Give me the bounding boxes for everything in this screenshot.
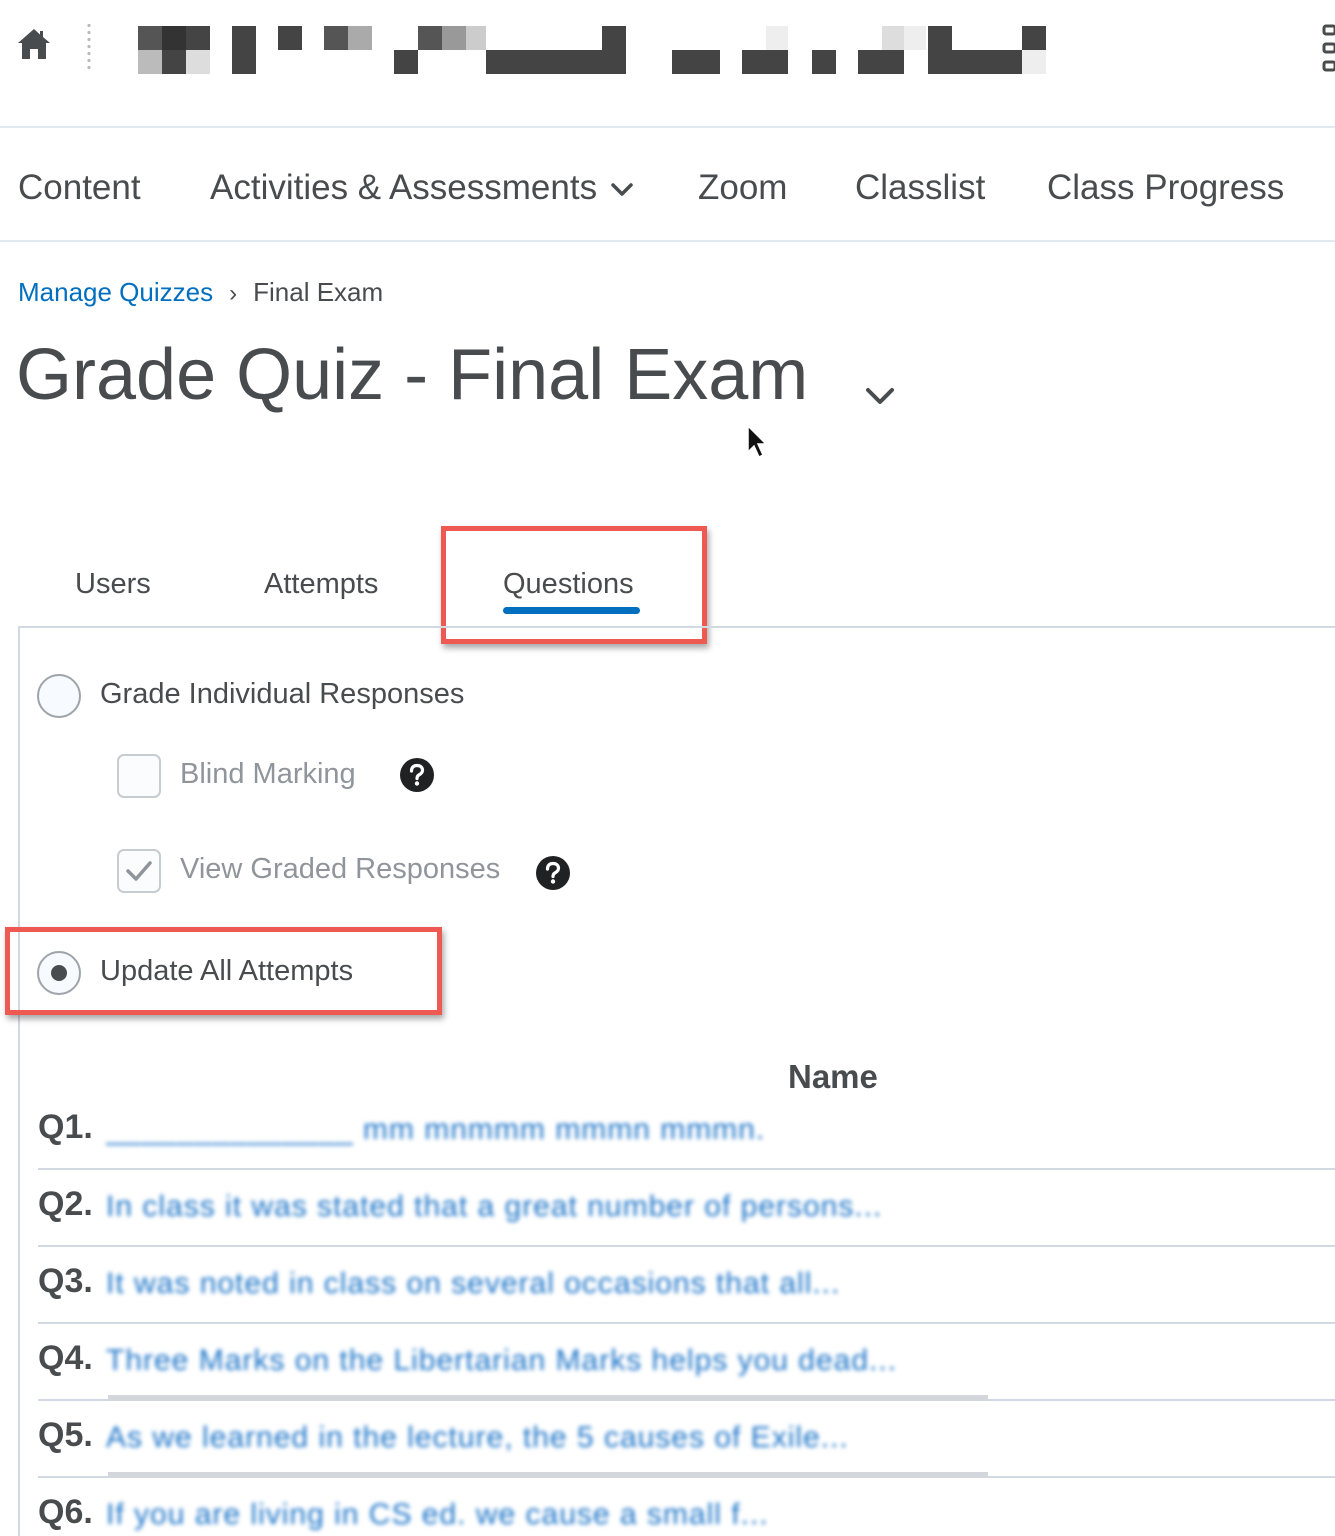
tab-attempts[interactable]: Attempts: [264, 566, 378, 602]
table-row: Q5. As we learned in the lecture, the 5 …: [38, 1401, 1335, 1478]
home-icon[interactable]: [16, 26, 52, 62]
top-bar: [0, 0, 1335, 128]
breadcrumb-separator: ›: [229, 280, 238, 307]
chevron-down-icon[interactable]: [864, 386, 896, 406]
checkbox-view-graded[interactable]: [117, 849, 161, 893]
question-name-link[interactable]: As we learned in the lecture, the 5 caus…: [106, 1419, 988, 1459]
tab-users[interactable]: Users: [75, 566, 151, 602]
table-row: Q3. It was noted in class on several occ…: [38, 1247, 1335, 1324]
nav-zoom[interactable]: Zoom: [698, 166, 787, 210]
question-name-link[interactable]: It was noted in class on several occasio…: [106, 1265, 988, 1305]
nav-classlist[interactable]: Classlist: [855, 166, 985, 210]
breadcrumb-manage-quizzes[interactable]: Manage Quizzes: [18, 277, 213, 307]
checkmark-icon: [126, 861, 152, 881]
nav-class-progress[interactable]: Class Progress: [1047, 166, 1284, 210]
highlight-box-update-all: [5, 927, 442, 1015]
question-number: Q1.: [38, 1108, 93, 1146]
page-title: Grade Quiz - Final Exam: [16, 335, 809, 415]
table-row: Q2. In class it was stated that a great …: [38, 1170, 1335, 1247]
question-number: Q2.: [38, 1185, 93, 1223]
grid-icon[interactable]: [1318, 24, 1335, 72]
label-view-graded[interactable]: View Graded Responses: [180, 851, 500, 887]
question-number: Q3.: [38, 1262, 93, 1300]
org-logo[interactable]: [138, 26, 1048, 74]
breadcrumb: Manage Quizzes › Final Exam: [18, 276, 383, 310]
radio-grade-individual[interactable]: [37, 674, 81, 718]
question-name-link[interactable]: ______________ mm mnmmm mmmn mmmn.: [106, 1111, 988, 1151]
column-header-name[interactable]: Name: [788, 1058, 878, 1096]
nav-activities-label: Activities & Assessments: [210, 168, 598, 207]
question-number: Q5.: [38, 1416, 93, 1454]
mouse-cursor-icon: [747, 424, 768, 459]
table-row: Q4. Three Marks on the Libertarian Marks…: [38, 1324, 1335, 1401]
label-blind-marking[interactable]: Blind Marking: [180, 756, 356, 792]
divider: [87, 22, 91, 70]
label-grade-individual[interactable]: Grade Individual Responses: [100, 676, 464, 712]
table-row: Q1. ______________ mm mnmmm mmmn mmmn.: [38, 1093, 1335, 1170]
question-name-link[interactable]: In class it was stated that a great numb…: [106, 1188, 988, 1228]
course-nav: Content Activities & Assessments Zoom Cl…: [0, 130, 1335, 242]
breadcrumb-current: Final Exam: [253, 277, 384, 307]
checkbox-blind-marking[interactable]: [117, 754, 161, 798]
table-row: Q6. If you are living in CS ed. we cause…: [38, 1478, 1335, 1536]
nav-activities-assessments[interactable]: Activities & Assessments: [210, 166, 633, 210]
help-icon[interactable]: [536, 856, 570, 890]
question-name-link[interactable]: If you are living in CS ed. we cause a s…: [106, 1496, 988, 1536]
nav-content[interactable]: Content: [18, 166, 141, 210]
chevron-down-icon: [611, 183, 633, 196]
question-name-link[interactable]: Three Marks on the Libertarian Marks hel…: [106, 1342, 988, 1382]
question-number: Q6.: [38, 1493, 93, 1531]
question-number: Q4.: [38, 1339, 93, 1377]
help-icon[interactable]: [400, 758, 434, 792]
